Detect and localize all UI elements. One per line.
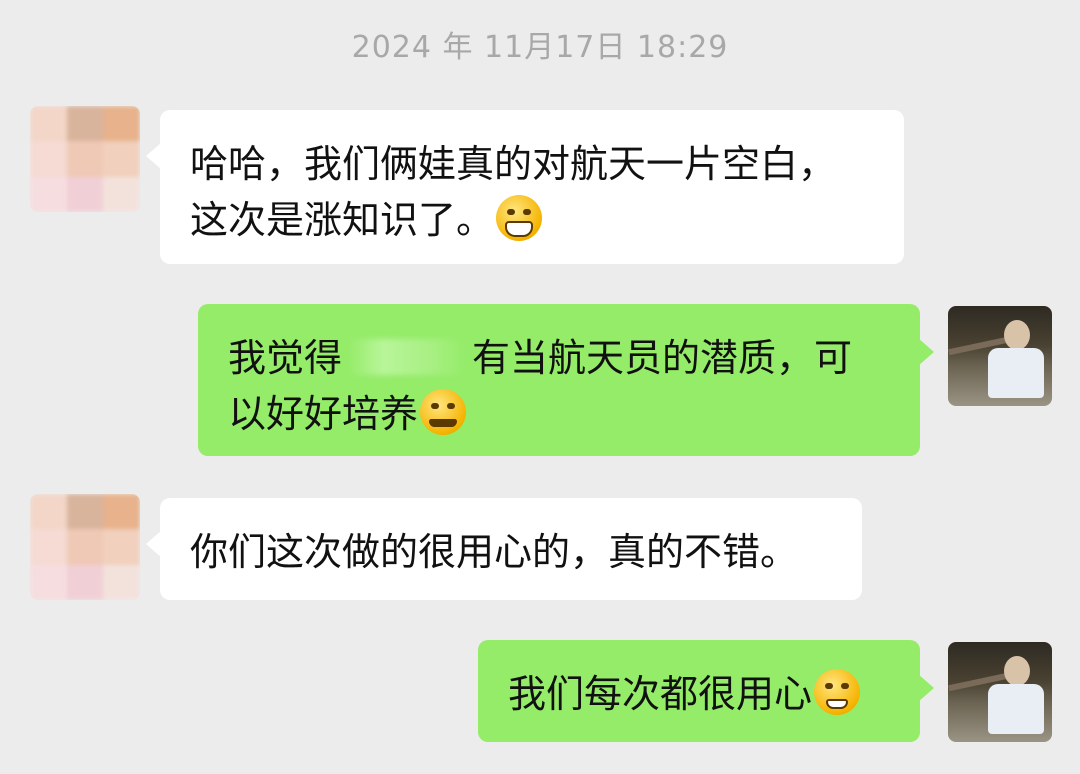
contact-avatar[interactable]: [30, 106, 140, 212]
contact-avatar[interactable]: [30, 494, 140, 600]
message-text: 我们每次都很用心: [508, 666, 890, 722]
message-text: 我觉得 有当航天员的潜质，可: [228, 336, 853, 380]
smirk-emoji-icon: [814, 669, 861, 715]
grin-emoji-icon: [496, 195, 543, 241]
outgoing-message-bubble[interactable]: 我觉得 有当航天员的潜质，可 以好好培养: [198, 304, 934, 456]
user-avatar[interactable]: [948, 642, 1052, 742]
chat-timestamp: 2024 年 11月17日 18:29: [351, 30, 729, 65]
outgoing-message-bubble[interactable]: 我们每次都很用心: [478, 640, 934, 742]
thinking-emoji-icon: [420, 389, 467, 435]
message-text: 哈哈，我们俩娃真的对航天一片空白，: [190, 142, 837, 186]
incoming-message-bubble[interactable]: 你们这次做的很用心的，真的不错。: [146, 498, 862, 600]
message-text: 你们这次做的很用心的，真的不错。: [190, 530, 799, 574]
message-text: 以好好培养: [228, 386, 890, 442]
incoming-message-bubble[interactable]: 哈哈，我们俩娃真的对航天一片空白， 这次是涨知识了。: [146, 110, 904, 264]
blurred-name: [348, 339, 467, 375]
message-text: 这次是涨知识了。: [190, 192, 874, 248]
user-avatar[interactable]: [948, 306, 1052, 406]
